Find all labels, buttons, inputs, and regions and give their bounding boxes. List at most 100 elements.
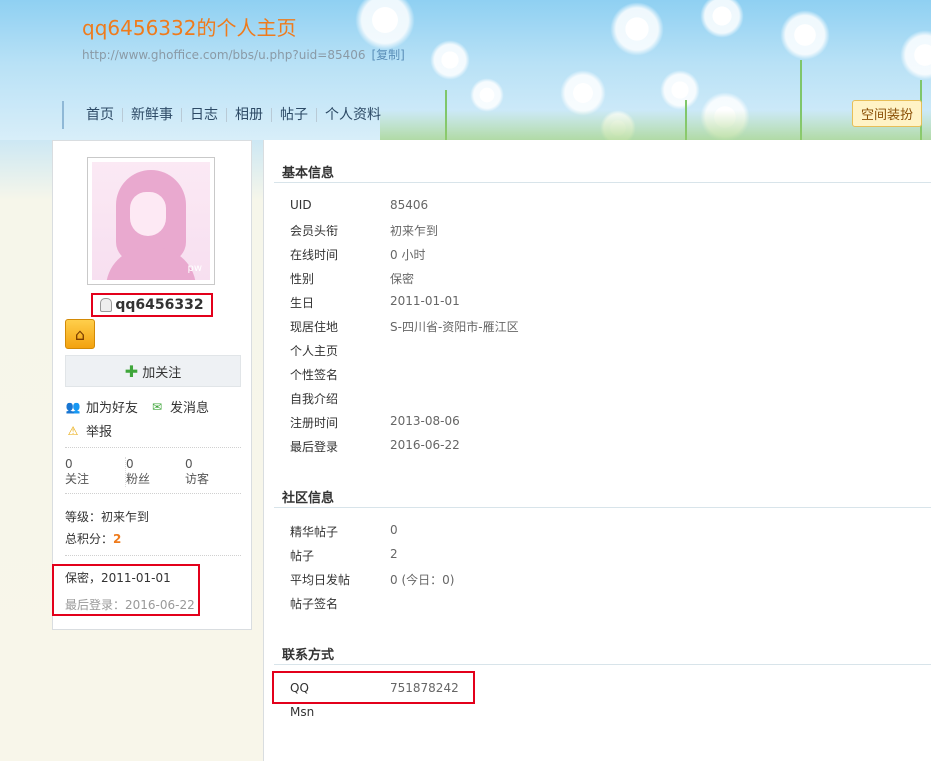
dandelion-decoration: [355, 0, 415, 50]
field-value: S-四川省-资阳市-雁江区: [390, 320, 519, 334]
nav-album[interactable]: 相册: [227, 108, 272, 122]
send-message-label: 发消息: [170, 401, 210, 416]
field-value: 0 小时: [390, 248, 426, 262]
add-friend-label: 加为好友: [86, 401, 139, 416]
stat-following[interactable]: 0 关注: [65, 457, 89, 487]
basic-row: UID 85406: [290, 198, 428, 212]
community-row: 帖子签名: [290, 595, 390, 612]
stat-visitors[interactable]: 0 访客: [185, 457, 209, 487]
field-label: 在线时间: [290, 248, 339, 262]
field-label: 最后登录: [290, 440, 339, 454]
points-value: 2: [113, 532, 122, 546]
basic-row: 在线时间 0 小时: [290, 246, 425, 263]
profile-details: 基本信息 UID 85406 会员头衔 初来乍到 在线时间 0 小时 性别 保密 生日 2…: [263, 140, 931, 761]
points-label: 总积分：: [65, 532, 114, 546]
section-divider: [274, 664, 931, 665]
section-contact-title: 联系方式: [282, 648, 335, 663]
profile-sidebar: pw qq6456332 ⌂ ✚ 加关注 👥 加为好友 ✉ 发消息 ⚠ 举报 0…: [52, 140, 252, 630]
total-points: 总积分：2: [65, 530, 121, 547]
report-button[interactable]: ⚠ 举报: [65, 421, 113, 441]
divider: [65, 555, 241, 556]
section-divider: [274, 182, 931, 183]
community-row: 帖子 2: [290, 547, 398, 564]
field-label: UID: [290, 198, 312, 212]
field-value: 2011-01-01: [390, 294, 460, 308]
field-label: 个性签名: [290, 368, 339, 382]
nav-blog[interactable]: 日志: [182, 108, 227, 122]
report-label: 举报: [86, 425, 113, 440]
follow-label: 加关注: [142, 365, 182, 381]
nav-news[interactable]: 新鲜事: [123, 108, 182, 122]
community-row: 精华帖子 0: [290, 523, 398, 540]
dandelion-decoration: [610, 2, 664, 56]
field-value: 2013-08-06: [390, 414, 460, 428]
level: 等级：初来乍到: [65, 508, 149, 525]
page-title: qq6456332的个人主页: [82, 16, 297, 40]
field-value: 初来乍到: [390, 224, 439, 238]
field-label: 帖子: [290, 549, 315, 563]
profile-nav: 首页 新鲜事 日志 相册 帖子 个人资料: [62, 101, 414, 129]
section-community-title: 社区信息: [282, 491, 335, 506]
field-value: 85406: [390, 198, 429, 212]
basic-row: 会员头衔 初来乍到: [290, 222, 438, 239]
nav-posts[interactable]: 帖子: [272, 108, 317, 122]
field-label: 精华帖子: [290, 525, 339, 539]
qq-highlight-box: [272, 671, 475, 704]
warning-icon: ⚠: [67, 423, 79, 438]
basic-row: 性别 保密: [290, 270, 414, 287]
avatar-watermark: pw: [187, 263, 202, 274]
dandelion-decoration: [900, 30, 931, 80]
field-value: 2016-06-22: [390, 438, 460, 452]
field-value: 2: [390, 547, 398, 561]
divider: [65, 493, 241, 494]
home-icon[interactable]: ⌂: [65, 319, 95, 349]
field-label: 性别: [290, 272, 315, 286]
dandelion-decoration: [470, 78, 504, 112]
nav-home[interactable]: 首页: [64, 108, 123, 122]
grass-decoration: [380, 110, 931, 140]
decorate-space-button[interactable]: 空间装扮: [852, 100, 923, 127]
stat-fans-value: 0: [126, 457, 134, 471]
dandelion-decoration: [780, 10, 830, 60]
field-label: 会员头衔: [290, 224, 339, 238]
stat-following-value: 0: [65, 457, 73, 471]
stat-fans[interactable]: 0 粉丝: [125, 457, 150, 487]
basic-row: 自我介绍: [290, 390, 390, 407]
field-value: 0 (今日：0): [390, 573, 455, 587]
field-label: 帖子签名: [290, 597, 339, 611]
basic-row: 个人主页: [290, 342, 390, 359]
avatar-face: [130, 192, 166, 236]
copy-url-link[interactable]: [复制]: [372, 48, 405, 62]
field-label: 自我介绍: [290, 392, 339, 406]
basic-row: 最后登录 2016-06-22: [290, 438, 460, 455]
stat-fans-label: 粉丝: [126, 472, 151, 486]
add-friend-icon: 👥: [65, 399, 81, 414]
add-friend-button[interactable]: 👥 加为好友: [65, 397, 139, 417]
community-row: 平均日发帖 0 (今日：0): [290, 571, 454, 588]
user-icon: [100, 298, 113, 312]
field-value: 保密: [390, 272, 415, 286]
nav-profile[interactable]: 个人资料: [317, 108, 389, 122]
avatar-image: pw: [92, 162, 210, 280]
avatar[interactable]: pw: [87, 157, 215, 285]
basic-row: 现居住地 S-四川省-资阳市-雁江区: [290, 318, 519, 335]
profile-url-text: http://www.ghoffice.com/bbs/u.php?uid=85…: [82, 48, 366, 62]
dandelion-decoration: [430, 40, 470, 80]
follow-button[interactable]: ✚ 加关注: [65, 355, 241, 387]
field-label: 平均日发帖: [290, 573, 351, 587]
basic-row: 个性签名: [290, 366, 390, 383]
plus-icon: ✚: [124, 361, 139, 381]
field-label: 生日: [290, 296, 315, 310]
basic-row: 生日 2011-01-01: [290, 294, 460, 311]
level-label: 等级：: [65, 510, 102, 524]
dandelion-decoration: [660, 70, 700, 110]
section-divider: [274, 507, 931, 508]
birthday-highlight-box: [52, 564, 200, 616]
field-label: 个人主页: [290, 344, 339, 358]
profile-url: http://www.ghoffice.com/bbs/u.php?uid=85…: [82, 46, 405, 63]
profile-header: qq6456332的个人主页 http://www.ghoffice.com/b…: [0, 0, 931, 140]
username[interactable]: qq6456332: [115, 297, 203, 313]
dandelion-decoration: [700, 0, 744, 38]
send-message-button[interactable]: ✉ 发消息: [149, 397, 210, 417]
section-basic-title: 基本信息: [282, 166, 335, 181]
